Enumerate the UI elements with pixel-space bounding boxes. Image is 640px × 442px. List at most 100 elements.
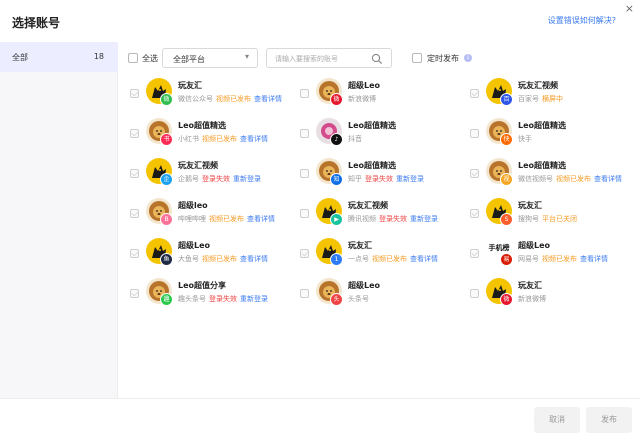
account-name: 超级Leo [178, 241, 211, 250]
relogin-link[interactable]: 重新登录 [233, 175, 261, 183]
search-box [266, 48, 392, 68]
account-name: 超级Leo [348, 81, 381, 90]
account-status: 平台已关闭 [542, 215, 577, 223]
account-card[interactable]: 鱼超级Leo 大鱼号 视频已发布 查看详情 [118, 236, 288, 276]
account-name: Leo超值精选 [348, 121, 397, 130]
account-name: Leo超值分享 [178, 281, 227, 290]
platform-select[interactable]: 全部平台 ▾ [162, 48, 258, 68]
account-checkbox[interactable] [300, 169, 309, 178]
channels-platform-icon: 视 [500, 173, 513, 186]
account-checkbox[interactable] [130, 249, 139, 258]
account-platform: 新浪微博 [518, 295, 546, 303]
dayu-platform-icon: 鱼 [160, 253, 173, 266]
account-card[interactable]: 趣 Leo超值分享 趣头条号 登录失效 重新登录 [118, 276, 288, 316]
scheduled-publish-label: 定时发布 [427, 54, 459, 63]
scheduled-publish-checkbox[interactable] [412, 53, 422, 63]
account-card[interactable]: 快 Leo超值精选 快手 [458, 116, 628, 156]
view-details-link[interactable]: 查看详情 [594, 175, 622, 183]
account-platform: 搜狗号 [518, 215, 539, 223]
account-meta: 微信公众号 视频已发布 查看详情 [178, 94, 285, 104]
tencent-platform-icon: ▶ [330, 213, 343, 226]
account-meta: 头条号 [348, 294, 372, 304]
account-status: 视频已发布 [216, 95, 251, 103]
baijia-platform-icon: 百 [500, 93, 513, 106]
account-checkbox[interactable] [470, 209, 479, 218]
toolbar: 全选 全部平台 ▾ 定时发布 i [118, 42, 640, 72]
weibo-platform-icon: 微 [500, 293, 513, 306]
publish-button[interactable]: 发布 [586, 407, 632, 433]
account-card[interactable]: 头超级Leo 头条号 [288, 276, 458, 316]
account-card[interactable]: 视 Leo超值精选 微信视频号 视频已发布 查看详情 [458, 156, 628, 196]
account-card[interactable]: 企玩友汇视频 企鹅号 登录失效 重新登录 [118, 156, 288, 196]
account-card[interactable]: 知 Leo超值精选 知乎 登录失效 重新登录 [288, 156, 458, 196]
sidebar-item-label: 全部 [12, 53, 28, 62]
account-card[interactable]: 手机榜易超级Leo 网易号 视频已发布 查看详情 [458, 236, 628, 276]
account-checkbox[interactable] [470, 249, 479, 258]
account-checkbox[interactable] [130, 89, 139, 98]
account-card[interactable]: 微超级Leo 新浪微博 [288, 76, 458, 116]
account-name: 玩友汇 [518, 281, 542, 290]
account-card[interactable]: 书 Leo超值精选 小红书 视频已发布 查看详情 [118, 116, 288, 156]
account-status: 横屏中 [542, 95, 563, 103]
account-card[interactable]: B 超级leo 哔哩哔哩 视频已发布 查看详情 [118, 196, 288, 236]
account-name: Leo超值精选 [178, 121, 227, 130]
account-card[interactable]: 微玩友汇 微信公众号 视频已发布 查看详情 [118, 76, 288, 116]
account-checkbox[interactable] [470, 89, 479, 98]
help-link[interactable]: 设置错误如何解决? [548, 15, 616, 26]
account-checkbox[interactable] [130, 209, 139, 218]
account-checkbox[interactable] [300, 89, 309, 98]
account-checkbox[interactable] [300, 289, 309, 298]
close-icon[interactable]: × [625, 2, 634, 15]
account-checkbox[interactable] [300, 129, 309, 138]
toutiao-platform-icon: 头 [330, 293, 343, 306]
account-status: 登录失效 [209, 295, 237, 303]
cancel-button[interactable]: 取消 [534, 407, 580, 433]
account-checkbox[interactable] [130, 129, 139, 138]
view-details-link[interactable]: 查看详情 [247, 215, 275, 223]
account-name: 超级Leo [348, 281, 381, 290]
relogin-link[interactable]: 重新登录 [410, 215, 438, 223]
search-input[interactable] [275, 53, 371, 64]
account-checkbox[interactable] [300, 249, 309, 258]
account-meta: 新浪微博 [348, 94, 379, 104]
relogin-link[interactable]: 重新登录 [396, 175, 424, 183]
account-card[interactable]: 1 玩友汇 一点号 视频已发布 查看详情 [288, 236, 458, 276]
relogin-link[interactable]: 重新登录 [240, 295, 268, 303]
account-checkbox[interactable] [130, 289, 139, 298]
view-details-link[interactable]: 查看详情 [240, 255, 268, 263]
account-card[interactable]: ▶ 玩友汇视频 腾讯视频 登录失效 重新登录 [288, 196, 458, 236]
penguin-platform-icon: 企 [160, 173, 173, 186]
account-platform: 一点号 [348, 255, 369, 263]
view-details-link[interactable]: 查看详情 [254, 95, 282, 103]
search-icon[interactable] [371, 53, 383, 65]
bili-platform-icon: B [160, 213, 173, 226]
account-checkbox[interactable] [470, 169, 479, 178]
xhs-platform-icon: 书 [160, 133, 173, 146]
account-name: 玩友汇 [178, 81, 202, 90]
info-icon[interactable]: i [464, 54, 472, 62]
account-card[interactable]: 百玩友汇视频 百家号 横屏中 [458, 76, 628, 116]
account-name: 玩友汇 [518, 201, 542, 210]
account-status: 登录失效 [202, 175, 230, 183]
avatar-text: 手机榜 [488, 244, 510, 252]
account-status: 登录失效 [365, 175, 393, 183]
account-meta: 大鱼号 视频已发布 查看详情 [178, 254, 271, 264]
view-details-link[interactable]: 查看详情 [580, 255, 608, 263]
account-checkbox[interactable] [470, 129, 479, 138]
sidebar-item-all[interactable]: 全部 18 [0, 42, 118, 72]
account-status: 视频已发布 [542, 255, 577, 263]
netease-platform-icon: 易 [500, 253, 513, 266]
dialog-footer: 取消 发布 [0, 398, 640, 442]
account-checkbox[interactable] [470, 289, 479, 298]
view-details-link[interactable]: 查看详情 [410, 255, 438, 263]
account-card[interactable]: 微玩友汇新浪微博 [458, 276, 628, 316]
account-meta: 网易号 视频已发布 查看详情 [518, 254, 611, 264]
account-card[interactable]: ♪ Leo超值精选 抖音 [288, 116, 458, 156]
account-card[interactable]: S 玩友汇 搜狗号 平台已关闭 [458, 196, 628, 236]
account-checkbox[interactable] [300, 209, 309, 218]
view-details-link[interactable]: 查看详情 [240, 135, 268, 143]
account-checkbox[interactable] [130, 169, 139, 178]
select-account-dialog: 选择账号 设置错误如何解决? × 全部 18 全选 全部平台 ▾ 定时发布 i … [0, 0, 640, 442]
account-meta: 搜狗号 平台已关闭 [518, 214, 580, 224]
select-all-checkbox[interactable] [128, 53, 138, 63]
